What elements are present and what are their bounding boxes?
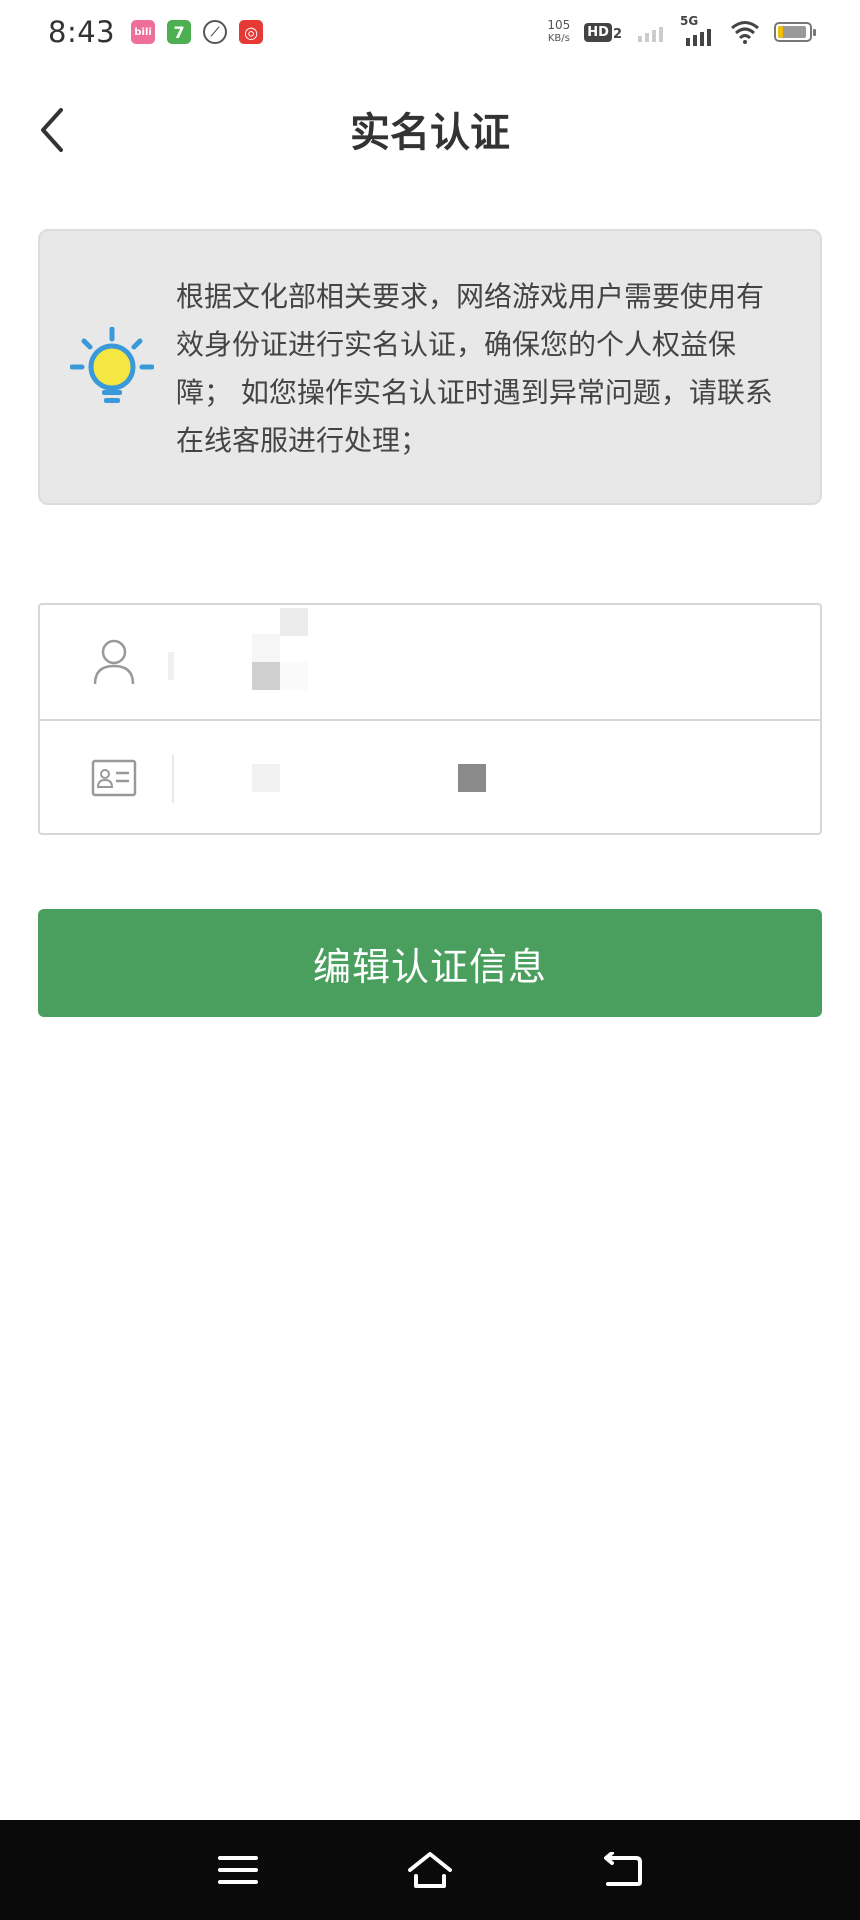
- user-icon: [78, 626, 150, 698]
- network-speed-value: 105: [547, 18, 571, 32]
- lightbulb-icon: [70, 327, 154, 403]
- page-title: 实名认证: [350, 110, 510, 156]
- page-header: 实名认证: [0, 70, 860, 190]
- name-row[interactable]: [40, 605, 820, 721]
- ball-app-icon: ⟋: [203, 20, 228, 44]
- network-speed: 105 KB/s: [547, 19, 570, 45]
- id-row[interactable]: [40, 721, 820, 835]
- id-card-icon: [78, 742, 150, 814]
- hd-label: HD: [584, 22, 612, 42]
- status-app-icons: bili 7 ⟋ ◎: [131, 20, 264, 44]
- status-time: 8:43: [48, 15, 116, 49]
- bilibili-app-icon: bili: [131, 20, 156, 44]
- hd-voice-icon: HD 2: [584, 22, 622, 42]
- menu-icon: [218, 1856, 258, 1884]
- back-arrow-icon: [604, 1852, 642, 1886]
- notice-text: 根据文化部相关要求，网络游戏用户需要使用有效身份证进行实名认证，确保您的个人权益…: [176, 280, 773, 457]
- verification-form: [38, 603, 822, 835]
- signal-sim2-icon: [638, 27, 663, 42]
- back-nav-button[interactable]: [586, 1834, 658, 1906]
- id-field-value[interactable]: [208, 748, 820, 808]
- status-indicators: 105 KB/s HD 2 5G: [547, 14, 816, 46]
- row-divider: [172, 755, 174, 803]
- notice-box: 根据文化部相关要求，网络游戏用户需要使用有效身份证进行实名认证，确保您的个人权益…: [38, 229, 822, 505]
- system-nav-bar: [0, 1820, 860, 1920]
- seven-app-icon: 7: [167, 20, 192, 44]
- hd-sub: 2: [612, 26, 622, 42]
- edit-verification-button[interactable]: 编辑认证信息: [38, 909, 822, 1017]
- netease-app-icon: ◎: [239, 20, 264, 44]
- status-bar: 8:43 bili 7 ⟋ ◎ 105 KB/s HD 2 5G: [0, 0, 860, 64]
- battery-icon: [774, 22, 816, 42]
- name-field-value[interactable]: [168, 608, 820, 692]
- wifi-icon: [731, 21, 759, 44]
- network-speed-unit: KB/s: [547, 33, 570, 44]
- home-button[interactable]: [394, 1834, 466, 1906]
- menu-button[interactable]: [202, 1834, 274, 1906]
- signal-5g-icon: 5G: [680, 14, 716, 46]
- home-icon: [408, 1852, 452, 1888]
